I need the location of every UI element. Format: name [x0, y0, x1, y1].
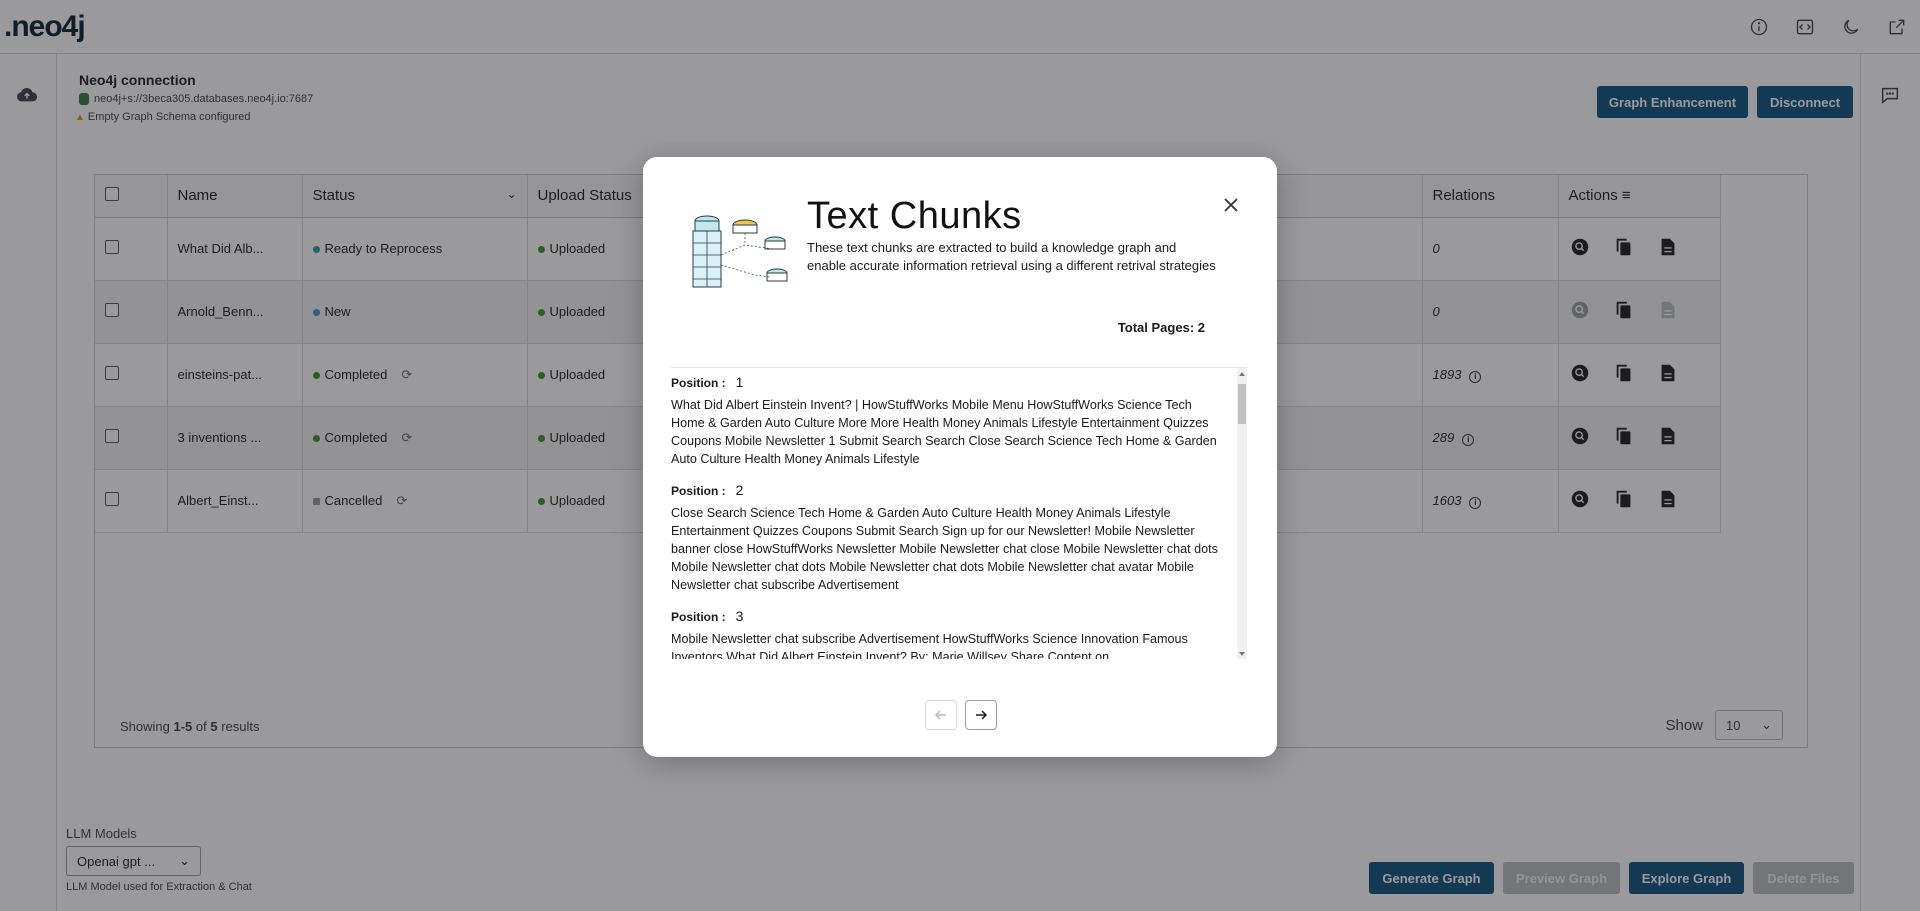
scroll-up-arrow-icon[interactable]: [1239, 372, 1245, 376]
close-icon[interactable]: [1221, 195, 1241, 215]
position-label: Position :: [671, 376, 726, 390]
list-item: Position : 1 What Did Albert Einstein In…: [671, 374, 1226, 468]
position-number: 3: [735, 608, 744, 624]
chunk-scrollbar[interactable]: [1237, 368, 1247, 659]
chunk-text: What Did Albert Einstein Invent? | HowSt…: [671, 398, 1217, 466]
position-label: Position :: [671, 610, 726, 624]
chunk-list: Position : 1 What Did Albert Einstein In…: [671, 368, 1226, 659]
next-page-button[interactable]: [965, 700, 997, 730]
modal-description: These text chunks are extracted to build…: [807, 240, 1216, 273]
text-chunks-modal: Text Chunks These text chunks are extrac…: [643, 157, 1277, 757]
position-label: Position :: [671, 484, 726, 498]
arrow-right-icon: [976, 710, 988, 720]
chunk-text: Close Search Science Tech Home & Garden …: [671, 506, 1218, 592]
arrow-left-icon: [934, 710, 946, 720]
chunk-text: Mobile Newsletter chat subscribe Adverti…: [671, 632, 1188, 659]
list-item: Position : 3 Mobile Newsletter chat subs…: [671, 608, 1226, 659]
position-number: 1: [735, 374, 744, 390]
chunk-position: Position : 1: [671, 374, 1226, 390]
chunk-pagination: [925, 700, 997, 730]
chunk-position: Position : 3: [671, 608, 1226, 624]
scrollbar-thumb[interactable]: [1238, 384, 1246, 424]
previous-page-button[interactable]: [925, 700, 957, 730]
position-number: 2: [735, 482, 744, 498]
modal-title: Text Chunks: [807, 195, 1022, 237]
chunk-position: Position : 2: [671, 482, 1226, 498]
knowledge-graph-illustration: [692, 215, 788, 288]
scroll-down-arrow-icon[interactable]: [1239, 652, 1245, 656]
list-item: Position : 2 Close Search Science Tech H…: [671, 482, 1226, 594]
total-pages: Total Pages: 2: [1117, 320, 1205, 335]
chunk-scroll-area[interactable]: Position : 1 What Did Albert Einstein In…: [671, 367, 1247, 659]
